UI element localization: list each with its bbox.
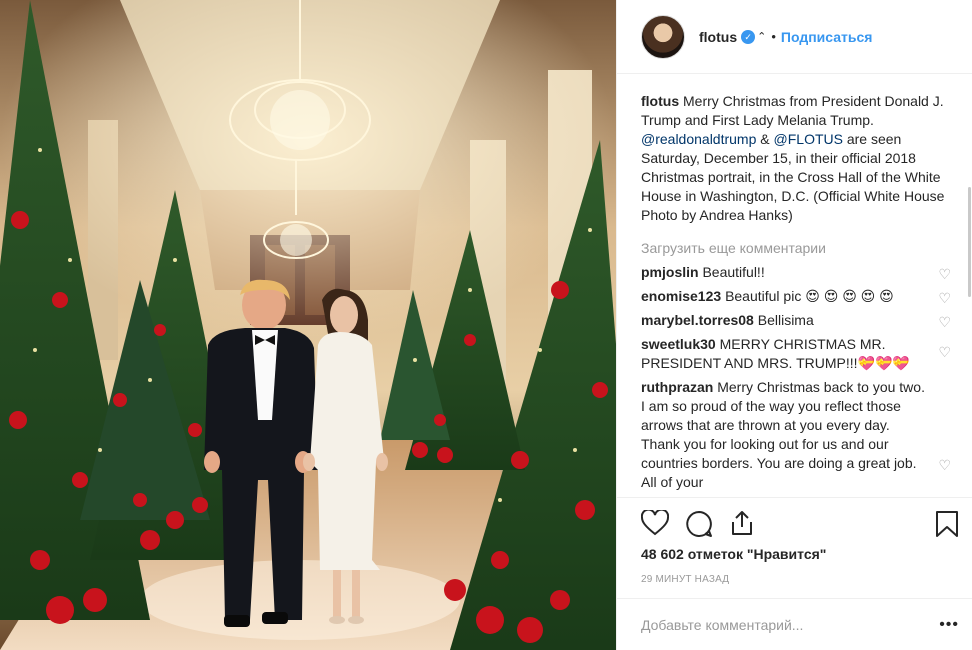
comment-username[interactable]: marybel.torres08 — [641, 312, 754, 328]
comments-list[interactable]: flotus Merry Christmas from President Do… — [617, 75, 972, 497]
comment-text: Bellisima — [757, 312, 814, 328]
comment-bubble-icon[interactable] — [685, 510, 713, 538]
comment-text: Merry Christmas back to you two. I am so… — [641, 379, 925, 490]
header-username[interactable]: flotus — [699, 29, 737, 45]
comments-scrollbar[interactable] — [968, 187, 971, 297]
load-more-comments-link[interactable]: Загрузить еще комментарии — [641, 239, 961, 258]
christmas-portrait-image — [0, 0, 616, 650]
more-options-icon[interactable]: ••• — [939, 616, 959, 634]
comment-username[interactable]: ruthprazan — [641, 379, 713, 395]
caption-username[interactable]: flotus — [641, 93, 679, 109]
post-actions-bar — [617, 497, 972, 541]
likes-count[interactable]: 48 602 отметок "Нравится" — [641, 546, 826, 562]
comment-item: marybel.torres08 Bellisima ♡ — [641, 311, 961, 330]
comment-item: ruthprazan Merry Christmas back to you t… — [641, 378, 961, 492]
avatar[interactable] — [641, 14, 685, 59]
comment-like-heart-icon[interactable]: ♡ — [938, 289, 951, 308]
add-comment-bar: ••• — [617, 598, 972, 650]
comment-item: pmjoslin Beautiful!! ♡ — [641, 263, 961, 282]
post-timestamp: 29 минут назад — [641, 574, 730, 585]
comment-input[interactable] — [641, 616, 940, 633]
follow-button[interactable]: Подписаться — [781, 29, 873, 45]
comment-like-heart-icon[interactable]: ♡ — [938, 313, 951, 332]
mention-link-realdonaldtrump[interactable]: @realdonaldtrump — [641, 131, 756, 147]
comment-text: Beautiful pic 😍 😍 😍 😍 😍 — [725, 288, 894, 304]
comment-text: Beautiful!! — [702, 264, 765, 280]
caption-amp: & — [760, 131, 770, 147]
caption-text-1: Merry Christmas from President Donald J.… — [641, 93, 944, 128]
chevron-updown-icon[interactable]: ⌃ — [757, 30, 766, 43]
comment-like-heart-icon[interactable]: ♡ — [938, 456, 951, 475]
bookmark-icon[interactable] — [935, 510, 959, 538]
comment-username[interactable]: enomise123 — [641, 288, 721, 304]
post-side-panel: flotus ✓ ⌃ • Подписаться flotus Merry Ch… — [616, 0, 972, 650]
comment-like-heart-icon[interactable]: ♡ — [938, 343, 951, 362]
comment-like-heart-icon[interactable]: ♡ — [938, 265, 951, 284]
separator-dot: • — [771, 29, 776, 44]
post-caption: flotus Merry Christmas from President Do… — [641, 92, 961, 225]
comment-item: sweetluk30 MERRY CHRISTMAS MR. PRESIDENT… — [641, 335, 961, 373]
heart-icon[interactable] — [641, 510, 669, 536]
share-icon[interactable] — [729, 509, 755, 537]
mention-link-flotus[interactable]: @FLOTUS — [774, 131, 843, 147]
comment-username[interactable]: pmjoslin — [641, 264, 699, 280]
verified-badge-icon: ✓ — [741, 29, 756, 44]
comment-username[interactable]: sweetluk30 — [641, 336, 716, 352]
post-photo[interactable] — [0, 0, 616, 650]
post-header: flotus ✓ ⌃ • Подписаться — [617, 0, 972, 74]
comment-item: enomise123 Beautiful pic 😍 😍 😍 😍 😍 ♡ — [641, 287, 961, 306]
